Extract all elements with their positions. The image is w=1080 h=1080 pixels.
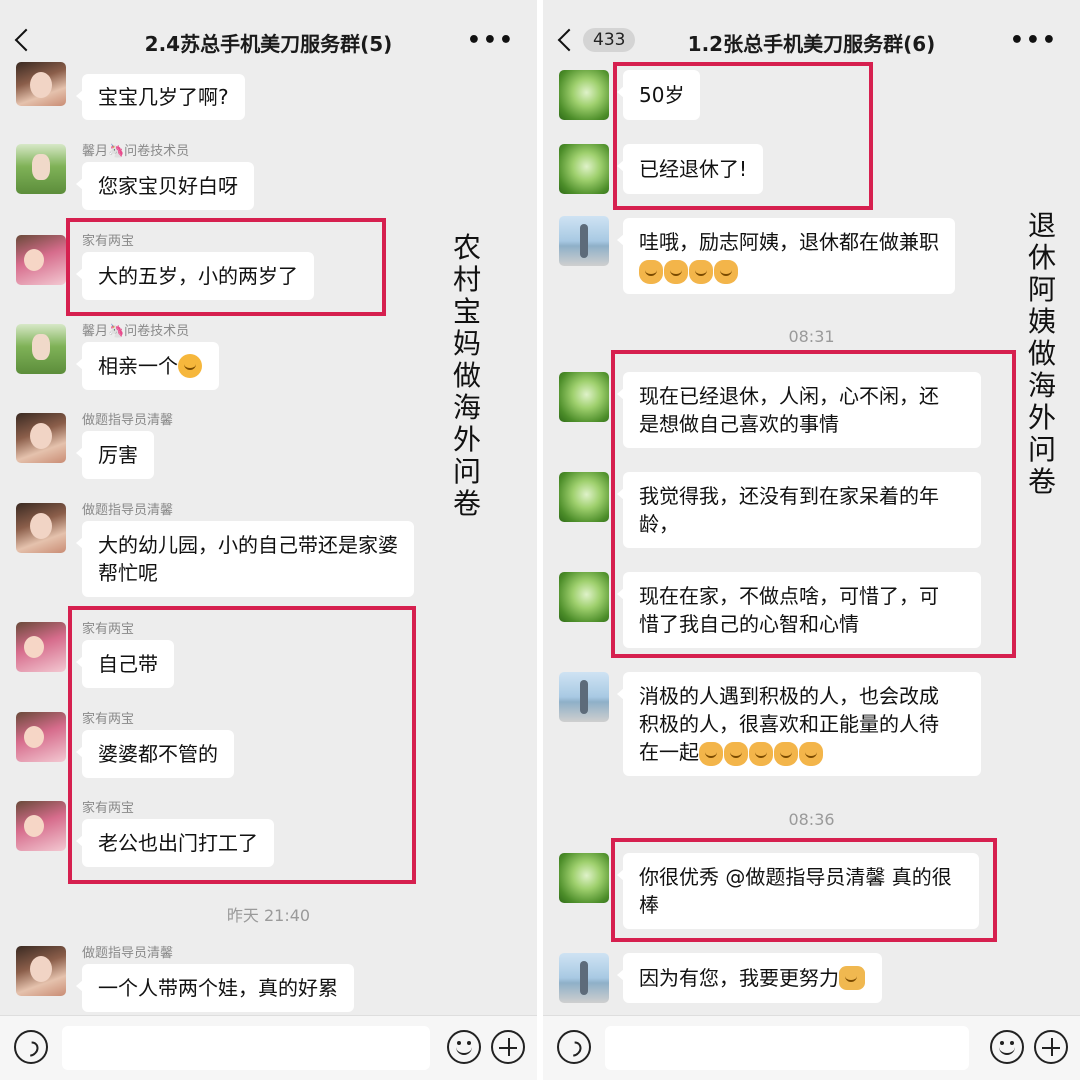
fist-emoji-icon	[714, 259, 738, 284]
voice-input-icon[interactable]	[14, 1030, 48, 1064]
sender-name: 馨月🦄问卷技术员	[82, 324, 190, 339]
avatar[interactable]	[16, 503, 66, 553]
avatar[interactable]	[16, 622, 66, 672]
message-text-line: 消极的人遇到积极的人，也会改成	[639, 684, 939, 708]
avatar[interactable]	[559, 70, 609, 120]
message-bubble: 您家宝贝好白呀	[76, 162, 254, 210]
add-icon[interactable]	[1034, 1030, 1068, 1064]
avatar[interactable]	[16, 712, 66, 762]
fist-emoji-icon	[664, 259, 688, 284]
fist-emoji-icon	[799, 741, 823, 766]
message-text: 因为有您，我要更努力	[639, 966, 839, 990]
message-text-line: 帮忙呢	[98, 561, 158, 585]
right-top-bar: 433 1.2张总手机美刀服务群(6) •••	[543, 0, 1080, 66]
left-top-bar: 2.4苏总手机美刀服务群(5) •••	[0, 0, 537, 66]
message-bubble: 厉害	[76, 431, 154, 479]
highlight-box	[611, 838, 997, 942]
fist-emoji-icon	[689, 259, 713, 284]
group-title: 1.2张总手机美刀服务群(6)	[687, 32, 936, 56]
timestamp: 昨天 21:40	[226, 906, 311, 925]
avatar[interactable]	[559, 672, 609, 722]
voice-input-icon[interactable]	[557, 1030, 591, 1064]
right-chat-panel: 433 1.2张总手机美刀服务群(6) ••• 50岁 已经退休了! 哇哦，励志…	[543, 0, 1080, 1080]
avatar[interactable]	[16, 413, 66, 463]
message-input[interactable]	[62, 1026, 430, 1070]
message-text: 相亲一个	[98, 354, 178, 378]
highlight-box	[66, 218, 386, 316]
emoji-icon[interactable]	[447, 1030, 481, 1064]
message-bubble: 宝宝几岁了啊?	[76, 74, 245, 120]
message-text-line: 大的幼儿园，小的自己带还是家婆	[98, 533, 398, 557]
message-bubble: 一个人带两个娃，真的好累	[76, 964, 354, 1012]
avatar[interactable]	[16, 324, 66, 374]
message-input[interactable]	[605, 1026, 969, 1070]
comparison-screenshot: 2.4苏总手机美刀服务群(5) ••• 宝宝几岁了啊? 馨月🦄问卷技术员 您家宝…	[0, 0, 1080, 1080]
kiss-emoji-icon	[178, 354, 202, 378]
input-bar	[543, 1015, 1080, 1080]
fist-emoji-icon	[749, 741, 773, 766]
message-text-line: 在一起	[639, 738, 824, 766]
more-options-icon[interactable]: •••	[467, 28, 515, 53]
avatar[interactable]	[559, 372, 609, 422]
avatar[interactable]	[16, 144, 66, 194]
avatar[interactable]	[559, 572, 609, 622]
handshake-emoji-icon	[839, 966, 865, 990]
avatar[interactable]	[16, 946, 66, 996]
avatar[interactable]	[559, 953, 609, 1003]
highlight-box	[68, 606, 416, 884]
input-bar	[0, 1015, 537, 1080]
sender-name: 做题指导员清馨	[82, 413, 174, 428]
more-options-icon[interactable]: •••	[1010, 28, 1058, 53]
fist-emoji-icon	[724, 741, 748, 766]
fist-emoji-icon	[639, 259, 663, 284]
message-bubble: 哇哦，励志阿姨，退休都在做兼职	[617, 218, 955, 294]
left-chat-panel: 2.4苏总手机美刀服务群(5) ••• 宝宝几岁了啊? 馨月🦄问卷技术员 您家宝…	[0, 0, 537, 1080]
add-icon[interactable]	[491, 1030, 525, 1064]
avatar[interactable]	[559, 144, 609, 194]
message-bubble: 因为有您，我要更努力	[617, 953, 882, 1003]
avatar[interactable]	[559, 216, 609, 266]
avatar[interactable]	[16, 801, 66, 851]
sender-name: 馨月🦄问卷技术员	[82, 144, 190, 159]
annotation-text: 农村宝妈做海外问卷	[452, 231, 481, 520]
timestamp: 08:36	[788, 810, 835, 829]
message-bubble: 消极的人遇到积极的人，也会改成 积极的人，很喜欢和正能量的人待 在一起	[617, 672, 981, 776]
annotation-text: 退休阿姨做海外问卷	[1027, 209, 1056, 498]
message-text-line: 积极的人，很喜欢和正能量的人待	[639, 712, 939, 736]
avatar[interactable]	[559, 472, 609, 522]
message-bubble: 大的幼儿园，小的自己带还是家婆 帮忙呢	[76, 521, 414, 597]
emoji-icon[interactable]	[990, 1030, 1024, 1064]
group-title: 2.4苏总手机美刀服务群(5)	[144, 32, 393, 56]
message-text: 在一起	[639, 740, 699, 764]
sender-name: 做题指导员清馨	[82, 503, 174, 518]
fist-emoji-icon	[774, 741, 798, 766]
highlight-box	[611, 350, 1016, 658]
avatar[interactable]	[16, 62, 66, 106]
sender-name: 做题指导员清馨	[82, 946, 174, 961]
highlight-box	[613, 62, 873, 210]
message-text: 哇哦，励志阿姨，退休都在做兼职	[639, 230, 939, 254]
message-bubble: 相亲一个	[76, 342, 219, 390]
timestamp: 08:31	[788, 327, 835, 346]
avatar[interactable]	[559, 853, 609, 903]
emoji-row	[639, 256, 739, 284]
fist-emoji-icon	[699, 741, 723, 766]
avatar[interactable]	[16, 235, 66, 285]
